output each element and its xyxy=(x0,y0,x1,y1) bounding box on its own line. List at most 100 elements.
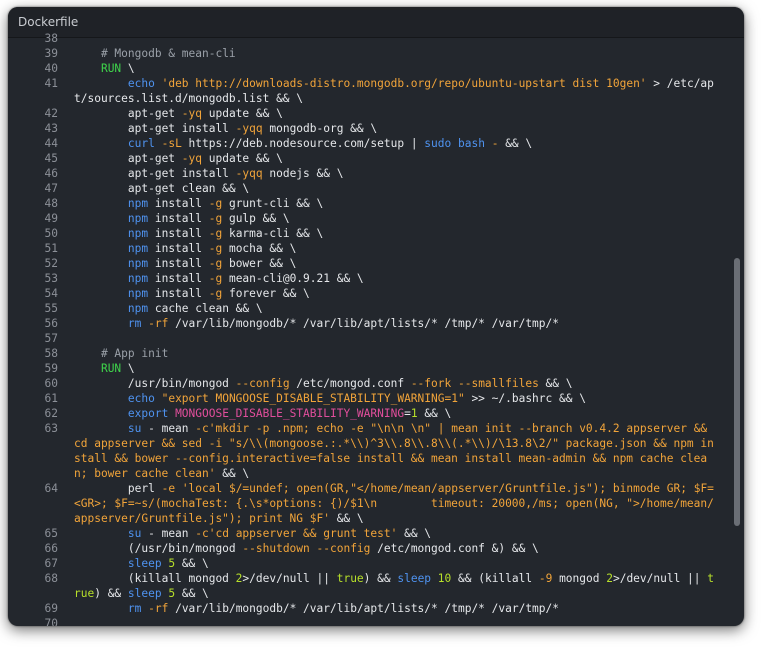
line-number: 38 xyxy=(44,32,58,45)
code-token: -9 xyxy=(538,572,553,585)
code-token: --config xyxy=(235,377,290,390)
code-token: --config xyxy=(316,542,371,555)
window-title: Dockerfile xyxy=(18,15,79,29)
code-token: -sL xyxy=(161,137,182,150)
code-token: && \ xyxy=(498,137,533,150)
code-token: mean-cli@0.9.21 && \ xyxy=(222,272,364,285)
line-code[interactable]: echo 'deb http://downloads-distro.mongod… xyxy=(58,76,719,106)
code-line: 47 apt-get clean && \ xyxy=(8,181,734,196)
line-code[interactable]: su - mean -c'cd appserver && grunt test'… xyxy=(58,526,719,541)
line-code[interactable]: curl -sL https://deb.nodesource.com/setu… xyxy=(58,136,719,151)
line-number: 41 xyxy=(44,77,58,90)
line-code[interactable]: # Mongodb & mean-cli xyxy=(58,46,719,61)
line-code[interactable]: echo "export MONGOOSE_DISABLE_STABILITY_… xyxy=(58,391,719,406)
code-token: sleep xyxy=(397,572,432,585)
line-code[interactable]: (killall mongod 2>/dev/null || true) && … xyxy=(58,571,719,601)
code-token: -e xyxy=(161,482,176,495)
line-code[interactable]: npm install -g mean-cli@0.9.21 && \ xyxy=(58,271,719,286)
line-code[interactable]: export MONGOOSE_DISABLE_STABILITY_WARNIN… xyxy=(58,406,719,421)
code-token: - mean xyxy=(141,527,196,540)
line-code[interactable]: /usr/bin/mongod --config /etc/mongod.con… xyxy=(58,376,719,391)
line-code[interactable]: ​ xyxy=(58,331,719,346)
line-number: 64 xyxy=(44,482,58,495)
code-line: 54 npm install -g forever && \ xyxy=(8,286,734,301)
code-token: && \ xyxy=(397,527,432,540)
code-token: && (killall xyxy=(451,572,539,585)
line-code[interactable]: npm install -g karma-cli && \ xyxy=(58,226,719,241)
code-token: echo xyxy=(127,77,155,90)
code-token: /var/lib/mongodb/* /var/lib/apt/lists/* … xyxy=(168,317,559,330)
line-code[interactable]: npm install -g mocha && \ xyxy=(58,241,719,256)
line-code[interactable]: npm install -g grunt-cli && \ xyxy=(58,196,719,211)
code-line: 59 RUN \ xyxy=(8,361,734,376)
line-code[interactable]: npm install -g forever && \ xyxy=(58,286,719,301)
code-token: >/dev/null || xyxy=(612,572,708,585)
line-code[interactable]: su - mean -c'mkdir -p .npm; echo -e "\n\… xyxy=(58,421,719,481)
code-token: grunt-cli && \ xyxy=(222,197,324,210)
line-number: 63 xyxy=(44,422,58,435)
line-number: 39 xyxy=(44,47,58,60)
code-token: -rf xyxy=(148,602,169,615)
line-code[interactable]: npm cache clean && \ xyxy=(58,301,719,316)
code-token: curl xyxy=(127,137,155,150)
line-code[interactable]: RUN \ xyxy=(58,61,719,76)
code-token: install xyxy=(148,197,209,210)
code-token: install xyxy=(148,212,209,225)
line-code[interactable]: npm install -g bower && \ xyxy=(58,256,719,271)
code-token: 'deb http://downloads-distro.mongodb.org… xyxy=(161,77,647,90)
code-token: mocha && \ xyxy=(222,242,297,255)
line-code[interactable]: ​ xyxy=(58,616,719,626)
code-editor[interactable]: 38​39 # Mongodb & mean-cli40 RUN \41 ech… xyxy=(8,32,744,626)
line-code[interactable]: apt-get install -yqq nodejs && \ xyxy=(58,166,719,181)
code-token: (/usr/bin/mongod xyxy=(74,542,243,555)
line-code[interactable]: RUN \ xyxy=(58,361,719,376)
line-code[interactable]: # App init xyxy=(58,346,719,361)
line-number: 54 xyxy=(44,287,58,300)
line-code[interactable]: (/usr/bin/mongod --shutdown --config /et… xyxy=(58,541,719,556)
code-token: MONGOOSE_DISABLE_STABILITY_WARNING xyxy=(175,407,405,420)
vertical-scrollbar[interactable] xyxy=(734,258,740,526)
code-line: 45 apt-get -yq update && \ xyxy=(8,151,734,166)
code-line: 42 apt-get -yq update && \ xyxy=(8,106,734,121)
code-token: -g xyxy=(208,287,223,300)
line-code[interactable]: perl -e 'local $/=undef; open(GR,"</home… xyxy=(58,481,719,526)
code-token: && \ xyxy=(417,407,452,420)
code-token: npm xyxy=(127,197,149,210)
code-token: 1 xyxy=(410,407,418,420)
line-code[interactable]: npm install -g gulp && \ xyxy=(58,211,719,226)
line-code[interactable]: apt-get clean && \ xyxy=(58,181,719,196)
line-code[interactable]: rm -rf /var/lib/mongodb/* /var/lib/apt/l… xyxy=(58,601,719,616)
code-token: apt-get xyxy=(74,152,182,165)
code-token: && \ xyxy=(329,512,364,525)
code-token: install xyxy=(148,227,209,240)
code-line: 56 rm -rf /var/lib/mongodb/* /var/lib/ap… xyxy=(8,316,734,331)
code-token: sleep xyxy=(127,587,162,600)
line-code[interactable]: apt-get -yq update && \ xyxy=(58,106,719,121)
line-code[interactable]: apt-get install -yqq mongodb-org && \ xyxy=(58,121,719,136)
code-token: \ xyxy=(121,362,135,375)
code-line: 55 npm cache clean && \ xyxy=(8,301,734,316)
code-token: export xyxy=(127,407,169,420)
code-lines: 38​39 # Mongodb & mean-cli40 RUN \41 ech… xyxy=(8,31,734,626)
code-token: --shutdown xyxy=(242,542,310,555)
code-token: apt-get install xyxy=(74,167,236,180)
line-code[interactable]: rm -rf /var/lib/mongodb/* /var/lib/apt/l… xyxy=(58,316,719,331)
line-number: 57 xyxy=(44,332,58,345)
line-number: 67 xyxy=(44,557,58,570)
code-token: apt-get install xyxy=(74,122,236,135)
line-code[interactable]: apt-get -yq update && \ xyxy=(58,151,719,166)
line-code[interactable]: ​ xyxy=(58,31,719,46)
line-code[interactable]: sleep 5 && \ xyxy=(58,556,719,571)
line-number: 44 xyxy=(44,137,58,150)
line-number: 46 xyxy=(44,167,58,180)
code-token: 2 xyxy=(606,572,613,585)
line-number: 60 xyxy=(44,377,58,390)
